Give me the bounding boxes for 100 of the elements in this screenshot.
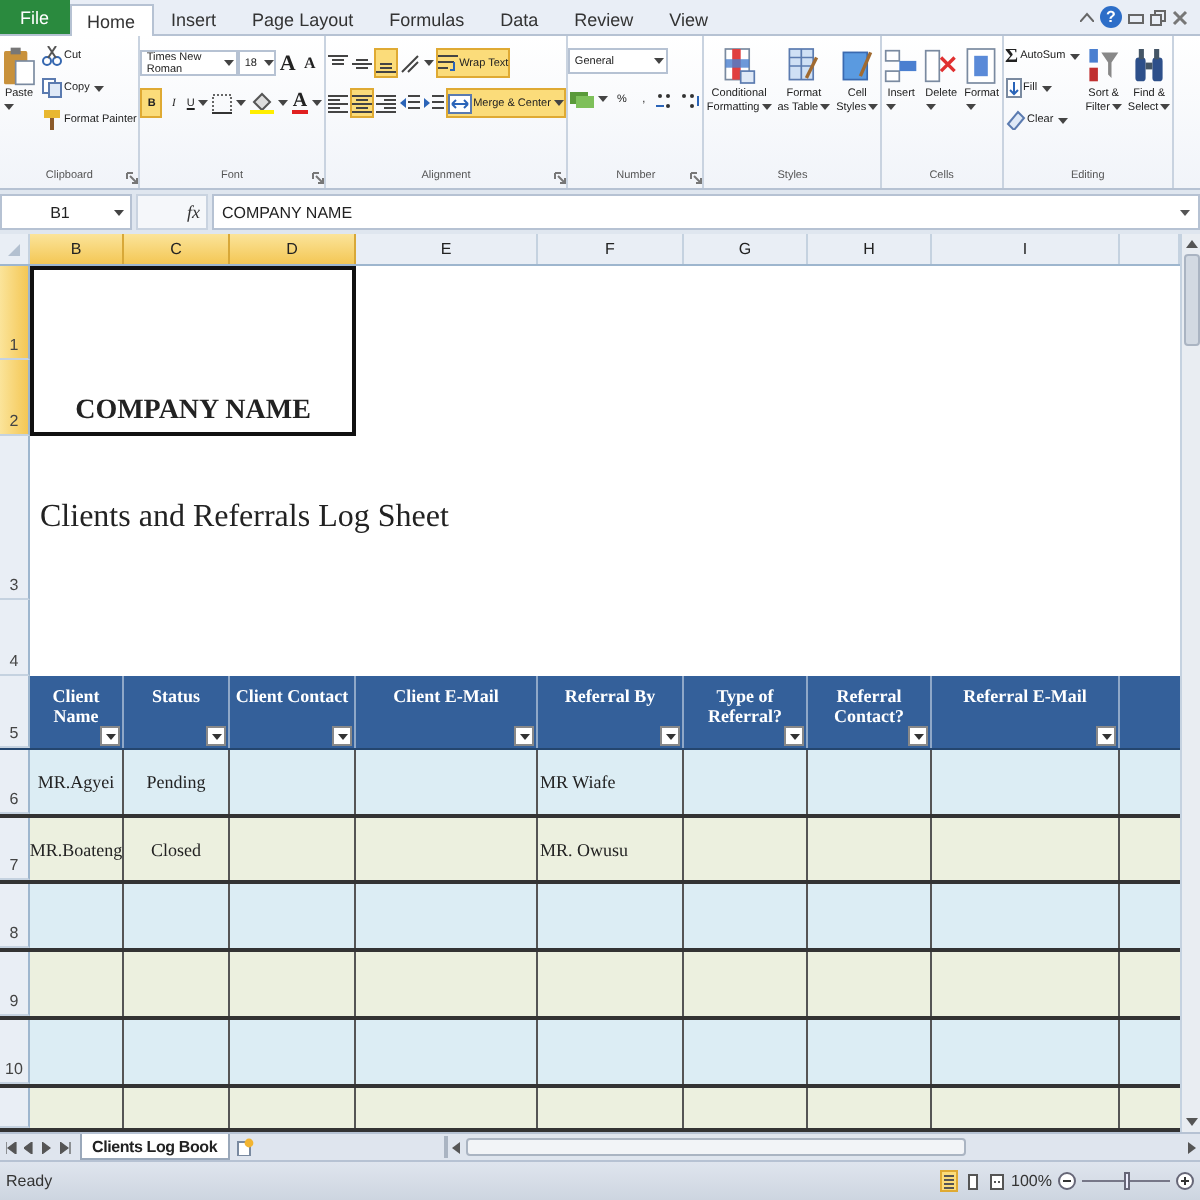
banknote-icon [570, 89, 595, 109]
dialog-launcher-icon[interactable] [311, 172, 324, 184]
table-cell: MR Wiafe [540, 772, 616, 792]
slanted-lines-icon [399, 53, 420, 73]
vertical-scrollbar[interactable] [1180, 234, 1200, 1132]
dialog-launcher-icon[interactable] [690, 172, 703, 184]
column-title: Status [151, 686, 200, 706]
table-cell: Pending [146, 772, 206, 792]
filter-button[interactable] [908, 726, 928, 746]
align-center-button[interactable] [349, 88, 374, 118]
sheet-nav-arrow-icon[interactable] [60, 1141, 72, 1153]
help-button[interactable]: ? [1100, 6, 1122, 28]
ribbon-tab[interactable]: Home [69, 4, 154, 36]
cell-brush-icon [840, 46, 875, 86]
filter-button[interactable] [784, 726, 804, 746]
decrease-decimal-icon [680, 89, 701, 109]
column-header[interactable]: F [538, 234, 684, 264]
row-header[interactable]: 3 [0, 436, 30, 600]
filter-button[interactable] [100, 726, 120, 746]
caret-icon [263, 60, 273, 66]
font-color-button[interactable]: A [290, 88, 324, 118]
fill-color-button[interactable] [248, 88, 291, 118]
column-title: Client E-Mail [393, 686, 499, 706]
collapse-ribbon-icon [1080, 12, 1094, 22]
sheet-tab[interactable]: Clients Log Book [80, 1134, 230, 1160]
filter-button[interactable] [206, 726, 226, 746]
sort-funnel-icon [1086, 46, 1121, 86]
sheet-nav-arrow-icon[interactable] [6, 1141, 18, 1153]
grow-font-button[interactable]: A [276, 48, 299, 78]
align-middle-icon [351, 53, 372, 73]
borders-button[interactable] [210, 88, 249, 118]
ribbon-tab[interactable]: View [651, 4, 726, 34]
insert-function-button[interactable]: fx [187, 202, 200, 222]
ribbon-tab[interactable]: Page Layout [234, 4, 372, 34]
row-header[interactable]: 8 [0, 884, 30, 948]
dialog-launcher-icon[interactable] [126, 172, 139, 184]
column-title: Client Contact [235, 686, 349, 706]
row-header[interactable]: 2 [0, 360, 30, 436]
bottom-align-button[interactable] [373, 48, 398, 78]
column-header[interactable]: E [356, 234, 538, 264]
new-sheet-icon[interactable] [235, 1138, 254, 1156]
page-layout-view-icon [965, 1173, 980, 1189]
scrollbar-thumb[interactable] [466, 1138, 966, 1156]
zoom-in-icon[interactable] [1176, 1172, 1194, 1190]
filter-button[interactable] [514, 726, 534, 746]
filter-button[interactable] [660, 726, 680, 746]
dropdown-arrow-icon [337, 733, 347, 739]
column-title: Referral By [564, 686, 656, 706]
view-button[interactable] [939, 1170, 958, 1192]
outdent-icon [399, 93, 420, 113]
view-button[interactable] [987, 1170, 1006, 1192]
dropdown-arrow-icon [913, 733, 923, 739]
dialog-launcher-icon[interactable] [554, 172, 567, 184]
ribbon-tab[interactable]: Insert [153, 4, 235, 34]
dropdown-arrow-icon [789, 733, 799, 739]
zoom-slider-thumb[interactable] [1124, 1172, 1130, 1190]
scroll-up-icon [1185, 240, 1197, 248]
file-tab[interactable]: File [0, 0, 70, 34]
zoom-level[interactable]: 100% [1011, 1172, 1052, 1190]
row-header[interactable]: 6 [0, 750, 30, 814]
scroll-left-icon [452, 1141, 460, 1153]
row-header[interactable]: 9 [0, 952, 30, 1016]
name-box[interactable]: B1 [0, 194, 132, 230]
sheet-title: Clients and Referrals Log Sheet [40, 500, 449, 536]
dropdown-arrow-icon [519, 733, 529, 739]
border-icon [212, 93, 233, 113]
zoom-out-icon[interactable] [1058, 1172, 1076, 1190]
shrink-font-button[interactable]: A [298, 48, 321, 78]
normal-view-icon [941, 1173, 956, 1189]
select-all-icon [8, 243, 20, 255]
selected-cell[interactable]: COMPANY NAME [30, 266, 356, 436]
filter-button[interactable] [332, 726, 352, 746]
table-cell: Closed [150, 839, 201, 859]
row-header[interactable]: 4 [0, 600, 30, 676]
scroll-right-icon [1188, 1141, 1196, 1153]
row-header[interactable]: 5 [0, 676, 30, 748]
wrap-text-icon [437, 53, 458, 73]
column-header[interactable]: D [230, 234, 356, 264]
column-title: Type of Referral? [708, 686, 782, 726]
indent-icon [423, 93, 444, 113]
column-header[interactable]: H [808, 234, 932, 264]
dropdown-arrow-icon [1101, 733, 1111, 739]
caret-icon [114, 209, 124, 215]
row-header[interactable]: 10 [0, 1020, 30, 1084]
scrollbar-thumb[interactable] [1183, 254, 1199, 346]
ribbon-tab[interactable]: Data [482, 4, 557, 34]
column-header[interactable]: C [124, 234, 230, 264]
ribbon-tab[interactable]: Review [556, 4, 652, 34]
row-header[interactable]: 7 [0, 818, 30, 880]
column-header[interactable]: B [30, 234, 124, 264]
column-header[interactable]: I [932, 234, 1120, 264]
insert-cells-icon [884, 46, 919, 86]
ribbon-tab[interactable]: Formulas [371, 4, 483, 34]
formula-input[interactable]: COMPANY NAME [212, 194, 1200, 230]
view-button[interactable] [963, 1170, 982, 1192]
column-header[interactable]: G [684, 234, 808, 264]
caret-icon [654, 58, 665, 64]
column-title: Referral Contact? [834, 686, 904, 726]
filter-button[interactable] [1096, 726, 1116, 746]
row-header[interactable]: 1 [0, 266, 30, 360]
